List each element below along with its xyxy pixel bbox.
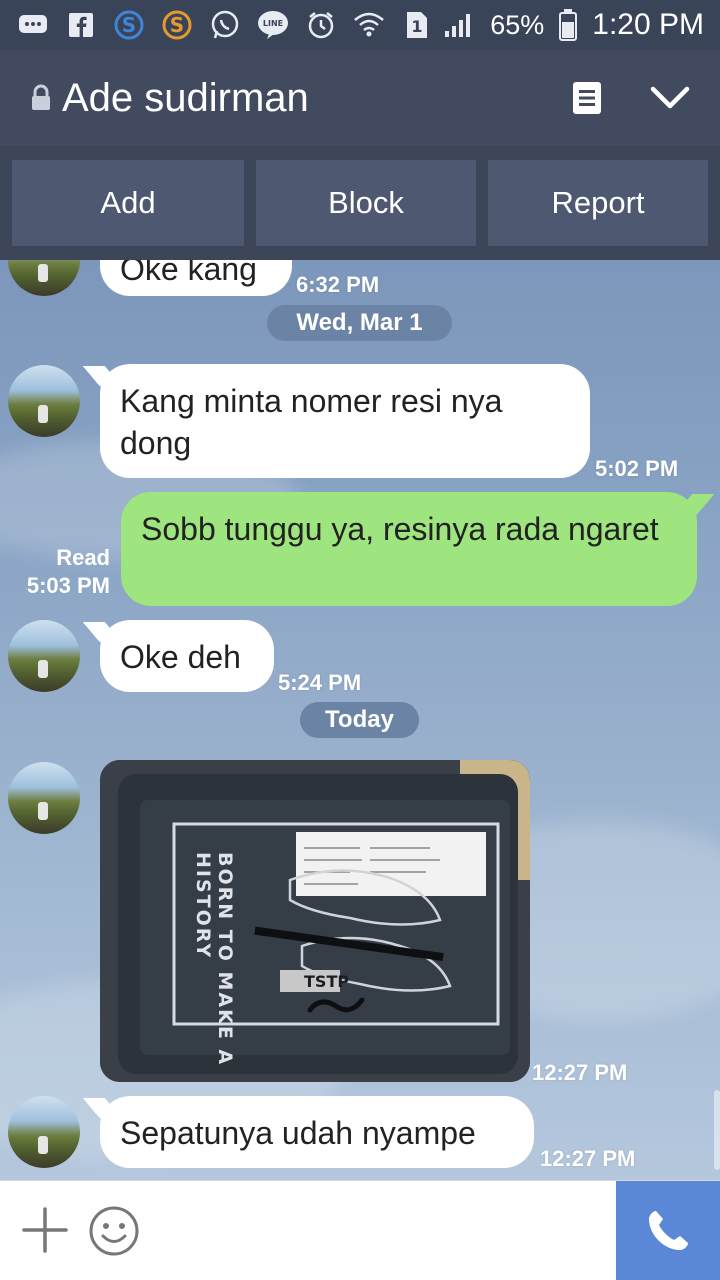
- messages-icon: [16, 10, 50, 40]
- read-receipt: Read 5:03 PM: [10, 544, 110, 600]
- svg-text:S: S: [122, 13, 136, 37]
- chat-header: Ade sudirman: [0, 50, 720, 146]
- lock-icon: [32, 84, 50, 110]
- message-text: Oke kang: [120, 260, 257, 287]
- facebook-icon: [64, 10, 98, 40]
- photo-message[interactable]: TSTP BORN TO MAKE A HISTORY: [100, 760, 530, 1082]
- date-separator: Today: [300, 702, 419, 738]
- alarm-icon: [304, 10, 338, 40]
- notes-icon[interactable]: [572, 81, 602, 115]
- message-bubble-outgoing[interactable]: Sobb tunggu ya, resinya rada ngaret: [121, 492, 697, 606]
- avatar[interactable]: [8, 260, 80, 296]
- message-time: 12:27 PM: [532, 1060, 628, 1085]
- call-button[interactable]: [616, 1181, 720, 1280]
- emoji-icon[interactable]: [88, 1205, 140, 1257]
- message-time: 5:24 PM: [278, 670, 362, 695]
- battery-percent: 65%: [490, 9, 545, 40]
- clock: 1:20 PM: [592, 8, 704, 41]
- input-bar: [0, 1180, 720, 1280]
- contact-name: Ade sudirman: [62, 75, 309, 120]
- message-bubble[interactable]: Sepatunya udah nyampe: [100, 1096, 534, 1168]
- action-bar: Add Block Report: [0, 146, 720, 260]
- scrollbar[interactable]: [714, 1090, 720, 1170]
- message-time: 5:03 PM: [26, 573, 110, 598]
- chevron-down-icon[interactable]: [650, 85, 690, 111]
- block-button[interactable]: Block: [256, 160, 476, 246]
- message-bubble[interactable]: Oke kang: [100, 260, 292, 296]
- wifi-icon: [352, 10, 386, 40]
- add-button[interactable]: Add: [12, 160, 244, 246]
- date-separator: Wed, Mar 1: [267, 305, 452, 341]
- plus-icon[interactable]: [20, 1205, 70, 1255]
- battery-icon: [558, 9, 578, 41]
- svg-text:1: 1: [411, 17, 422, 36]
- message-time: 6:32 PM: [296, 272, 380, 297]
- message-bubble[interactable]: Kang minta nomer resi nya dong: [100, 364, 590, 478]
- message-text: Kang minta nomer resi nya dong: [120, 383, 503, 461]
- line-icon: LINE: [256, 10, 290, 40]
- avatar[interactable]: [8, 620, 80, 692]
- s-app-icon-orange: S: [160, 10, 194, 40]
- chat-area[interactable]: Oke kang 6:32 PM Wed, Mar 1 Kang minta n…: [0, 260, 720, 1180]
- read-label: Read: [56, 545, 110, 570]
- avatar[interactable]: [8, 365, 80, 437]
- signal-icon: [442, 10, 476, 40]
- package-print: BORN TO MAKE A HISTORY: [192, 852, 236, 1067]
- phone-icon: [649, 1211, 688, 1250]
- message-text: Sobb tunggu ya, resinya rada ngaret: [141, 511, 659, 547]
- s-app-icon-blue: S: [112, 10, 146, 40]
- message-text: Sepatunya udah nyampe: [120, 1115, 476, 1151]
- svg-text:S: S: [170, 13, 184, 37]
- avatar[interactable]: [8, 762, 80, 834]
- date-label: Today: [325, 706, 394, 733]
- avatar[interactable]: [8, 1096, 80, 1168]
- message-text: Oke deh: [120, 639, 241, 675]
- status-bar: S S LINE 1 65% 1:20 PM: [0, 0, 720, 50]
- message-bubble[interactable]: Oke deh: [100, 620, 274, 692]
- whatsapp-icon: [208, 10, 242, 40]
- svg-text:TSTP: TSTP: [304, 972, 349, 991]
- message-time: 5:02 PM: [595, 456, 679, 481]
- report-button[interactable]: Report: [488, 160, 708, 246]
- sim-icon: 1: [400, 10, 434, 40]
- date-label: Wed, Mar 1: [296, 309, 423, 336]
- svg-text:LINE: LINE: [263, 19, 283, 28]
- message-time: 12:27 PM: [540, 1146, 636, 1171]
